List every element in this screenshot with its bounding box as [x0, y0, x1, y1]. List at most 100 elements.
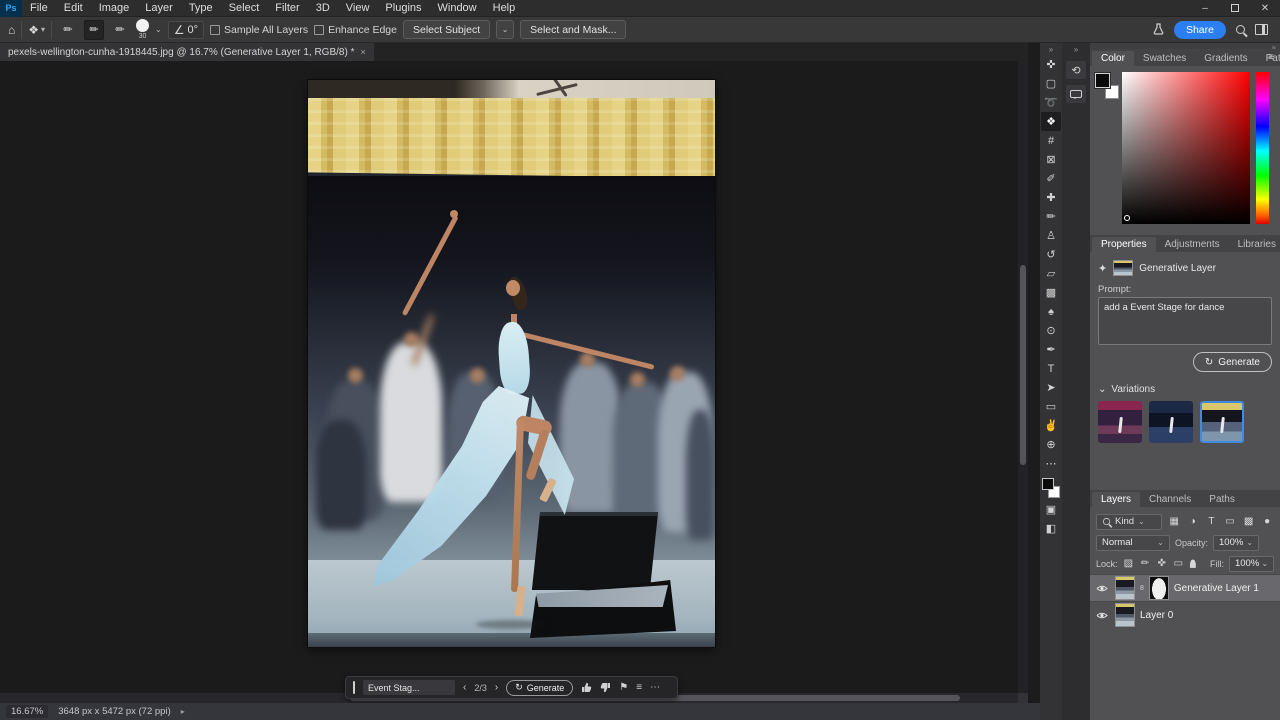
saturation-brightness-picker[interactable] [1122, 72, 1250, 224]
collapse-dock-icon[interactable]: » [1074, 45, 1078, 55]
thumbs-up-icon[interactable] [581, 682, 592, 693]
tab-properties[interactable]: Properties [1092, 237, 1156, 252]
drag-handle[interactable] [353, 681, 355, 694]
layer-thumbnail[interactable] [1115, 603, 1135, 627]
filter-pixel-layers-icon[interactable]: ▦ [1167, 516, 1181, 527]
layer-row-background[interactable]: Layer 0 [1090, 601, 1280, 628]
object-selection-tool[interactable]: ❖ [1041, 112, 1061, 131]
layer-mask-thumbnail[interactable] [1149, 576, 1169, 600]
menu-window[interactable]: Window [430, 0, 485, 17]
more-options-icon[interactable]: ⋯ [650, 683, 660, 693]
marquee-tool[interactable]: ▢ [1041, 74, 1061, 93]
select-and-mask-button[interactable]: Select and Mask... [520, 20, 626, 39]
report-flag-icon[interactable]: ⚑ [619, 683, 628, 693]
opacity-dropdown[interactable]: 100% ⌄ [1213, 535, 1259, 551]
lock-artboard-icon[interactable]: ▭ [1173, 558, 1185, 569]
tab-layers[interactable]: Layers [1092, 492, 1140, 507]
share-button[interactable]: Share [1174, 21, 1226, 39]
tab-libraries[interactable]: Libraries [1229, 237, 1280, 252]
history-brush-tool[interactable]: ↺ [1041, 245, 1061, 264]
filter-toggle-icon[interactable]: ● [1260, 516, 1274, 527]
hand-tool[interactable]: ✌ [1041, 416, 1061, 435]
brush-size-picker[interactable]: 30 [136, 19, 149, 40]
variation-thumbnail-1[interactable] [1098, 401, 1142, 443]
menu-type[interactable]: Type [181, 0, 221, 17]
menu-edit[interactable]: Edit [56, 0, 91, 17]
dodge-tool[interactable]: ⊙ [1041, 321, 1061, 340]
new-selection-brush-button[interactable]: ✏ [58, 20, 78, 40]
lock-all-icon[interactable] [1189, 559, 1197, 569]
close-button[interactable]: ✕ [1250, 0, 1280, 17]
filter-shape-layers-icon[interactable]: ▭ [1223, 516, 1237, 527]
beta-flask-icon[interactable] [1153, 23, 1164, 36]
subtract-selection-brush-button[interactable]: ✏ [110, 20, 130, 40]
zoom-tool[interactable]: ⊕ [1041, 435, 1061, 454]
foreground-color-swatch[interactable] [1042, 478, 1054, 490]
layer-row-generative[interactable]: 8 Generative Layer 1 [1090, 574, 1280, 601]
brush-tool[interactable]: ✏ [1041, 207, 1061, 226]
search-icon[interactable] [1236, 25, 1245, 34]
prompt-textarea[interactable]: add a Event Stage for dance [1098, 297, 1272, 345]
panel-menu-icon[interactable]: ≡ [1268, 52, 1274, 63]
fill-dropdown[interactable]: 100% ⌄ [1229, 556, 1274, 572]
menu-layer[interactable]: Layer [137, 0, 181, 17]
taskbar-generate-button[interactable]: ↻ Generate [506, 680, 573, 696]
select-subject-button[interactable]: Select Subject [403, 20, 490, 39]
type-tool[interactable]: T [1041, 359, 1061, 378]
color-picker-marker[interactable] [1124, 215, 1130, 221]
more-tools-button[interactable]: ⋯ [1041, 454, 1061, 473]
document-tab[interactable]: pexels-wellington-cunha-1918445.jpg @ 16… [0, 43, 374, 61]
chevron-down-icon[interactable]: ⌄ [155, 25, 162, 34]
path-selection-tool[interactable]: ➤ [1041, 378, 1061, 397]
vertical-scrollbar-thumb[interactable] [1020, 265, 1026, 465]
hue-slider[interactable] [1256, 72, 1269, 224]
home-icon[interactable]: ⌂ [8, 24, 15, 36]
menu-select[interactable]: Select [221, 0, 268, 17]
brush-angle-field[interactable]: ∠ 0° [168, 21, 204, 39]
tab-color[interactable]: Color [1092, 51, 1134, 66]
move-tool[interactable]: ✜ [1041, 55, 1061, 74]
collapse-toolbar-icon[interactable]: » [1049, 45, 1053, 55]
gradient-tool[interactable]: ▩ [1041, 283, 1061, 302]
foreground-background-swatches[interactable] [1042, 478, 1060, 498]
visibility-toggle[interactable] [1094, 584, 1110, 593]
frame-tool[interactable]: ⊠ [1041, 150, 1061, 169]
restore-button[interactable] [1220, 0, 1250, 17]
filter-smart-objects-icon[interactable]: ▩ [1242, 516, 1256, 527]
previous-variation-button[interactable]: ‹ [463, 683, 466, 693]
crop-tool[interactable]: # [1041, 131, 1061, 150]
vertical-scrollbar[interactable] [1018, 61, 1028, 693]
tab-gradients[interactable]: Gradients [1195, 51, 1256, 66]
menu-image[interactable]: Image [91, 0, 138, 17]
menu-3d[interactable]: 3D [308, 0, 338, 17]
clone-stamp-tool[interactable]: ♙ [1041, 226, 1061, 245]
menu-file[interactable]: File [22, 0, 56, 17]
sample-all-layers-checkbox[interactable]: Sample All Layers [210, 24, 308, 36]
zoom-level-field[interactable]: 16.67% [6, 705, 48, 718]
comments-panel-button[interactable] [1066, 85, 1086, 103]
status-options-arrow[interactable]: ▸ [181, 707, 185, 716]
layer-name[interactable]: Generative Layer 1 [1174, 583, 1259, 594]
foreground-color-swatch[interactable] [1095, 73, 1110, 88]
tool-preset-picker[interactable]: ❖ ▾ [28, 24, 45, 36]
variation-thumbnail-2[interactable] [1149, 401, 1193, 443]
properties-sliders-icon[interactable]: ≡ [636, 683, 642, 693]
variation-thumbnail-3-selected[interactable] [1200, 401, 1244, 443]
lock-transparent-pixels-icon[interactable]: ▨ [1123, 558, 1135, 569]
filter-adjustment-layers-icon[interactable]: ◑ [1186, 516, 1200, 527]
tab-swatches[interactable]: Swatches [1134, 51, 1195, 66]
filter-type-layers-icon[interactable]: T [1205, 516, 1219, 527]
menu-plugins[interactable]: Plugins [377, 0, 429, 17]
thumbs-down-icon[interactable] [600, 682, 611, 693]
tab-paths[interactable]: Paths [1200, 492, 1244, 507]
add-selection-brush-button[interactable]: ✏ [84, 20, 104, 40]
tab-channels[interactable]: Channels [1140, 492, 1200, 507]
eyedropper-tool[interactable]: ✐ [1041, 169, 1061, 188]
layer-thumbnail[interactable] [1115, 576, 1135, 600]
next-variation-button[interactable]: › [495, 683, 498, 693]
eraser-tool[interactable]: ▱ [1041, 264, 1061, 283]
layer-name[interactable]: Layer 0 [1140, 610, 1173, 621]
close-icon[interactable]: × [360, 47, 365, 57]
blend-mode-dropdown[interactable]: Normal ⌄ [1096, 535, 1170, 551]
lock-position-icon[interactable]: ✜ [1156, 558, 1168, 569]
